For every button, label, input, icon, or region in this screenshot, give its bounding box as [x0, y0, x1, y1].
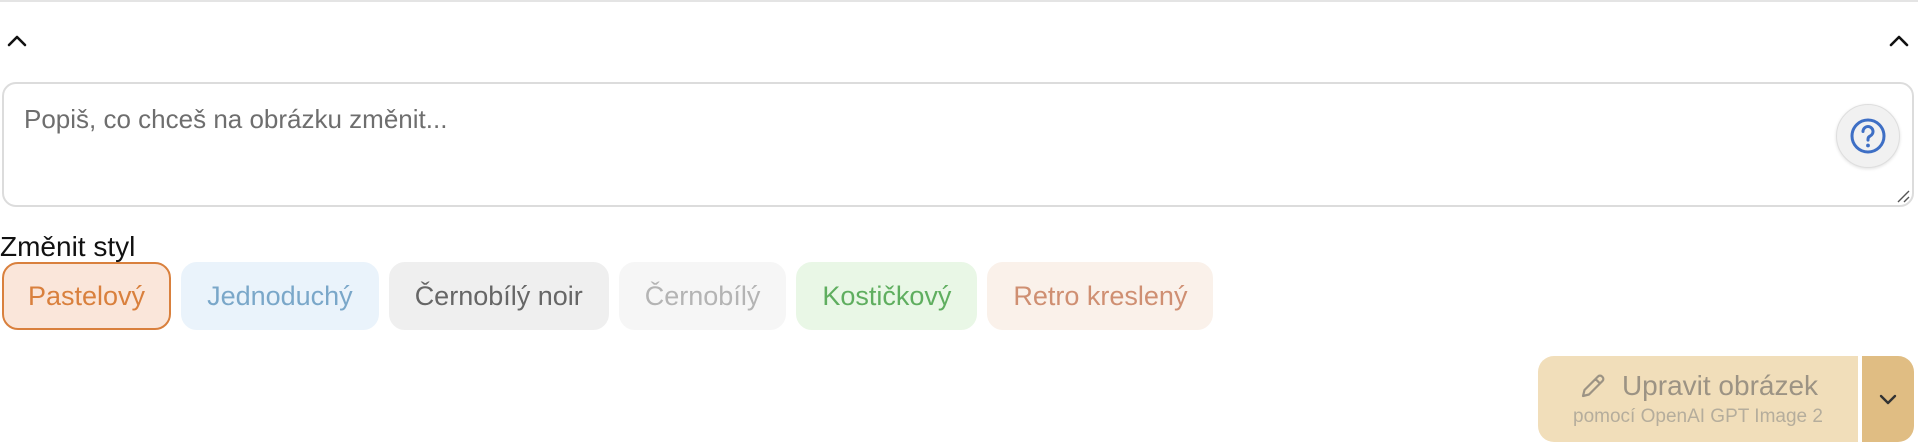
edit-image-label: Upravit obrázek [1621, 370, 1819, 401]
edit-image-button-top: Upravit obrázek [1578, 370, 1818, 402]
collapse-right-button[interactable] [1888, 30, 1910, 52]
style-chip[interactable]: Kostičkový [796, 262, 978, 330]
image-edit-panel: Změnit styl PastelovýJednoduchýČernobílý… [0, 0, 1918, 444]
model-menu-button[interactable] [1862, 356, 1914, 442]
resize-handle-icon[interactable] [1894, 187, 1910, 203]
style-chip[interactable]: Černobílý [618, 262, 787, 330]
collapse-left-button[interactable] [6, 30, 28, 52]
style-chip[interactable]: Retro kreslený [987, 262, 1214, 330]
question-circle-icon [1850, 118, 1886, 154]
model-sublabel: pomocí OpenAI GPT Image 2 [1573, 406, 1823, 427]
style-chip-list: Pastelový Jednoduchý Černobílý noir Černobí… [2, 262, 1214, 330]
style-chip[interactable]: Jednoduchý [181, 262, 379, 330]
pencil-icon [1581, 374, 1605, 398]
prompt-input[interactable] [4, 84, 1912, 205]
edit-image-button[interactable]: Upravit obrázek pomocí OpenAI GPT Image … [1538, 356, 1858, 442]
chevron-up-icon [1889, 35, 1909, 47]
submit-button-group: Upravit obrázek pomocí OpenAI GPT Image … [1538, 356, 1914, 442]
divider [0, 0, 1918, 2]
style-chip[interactable]: Pastelový [2, 262, 172, 330]
help-button[interactable] [1836, 104, 1900, 168]
prompt-box [2, 82, 1914, 207]
style-section-label: Změnit styl [0, 231, 136, 262]
chevron-up-icon [7, 35, 27, 47]
style-chip[interactable]: Černobílý noir [388, 262, 609, 330]
chevron-down-icon [1879, 394, 1897, 404]
